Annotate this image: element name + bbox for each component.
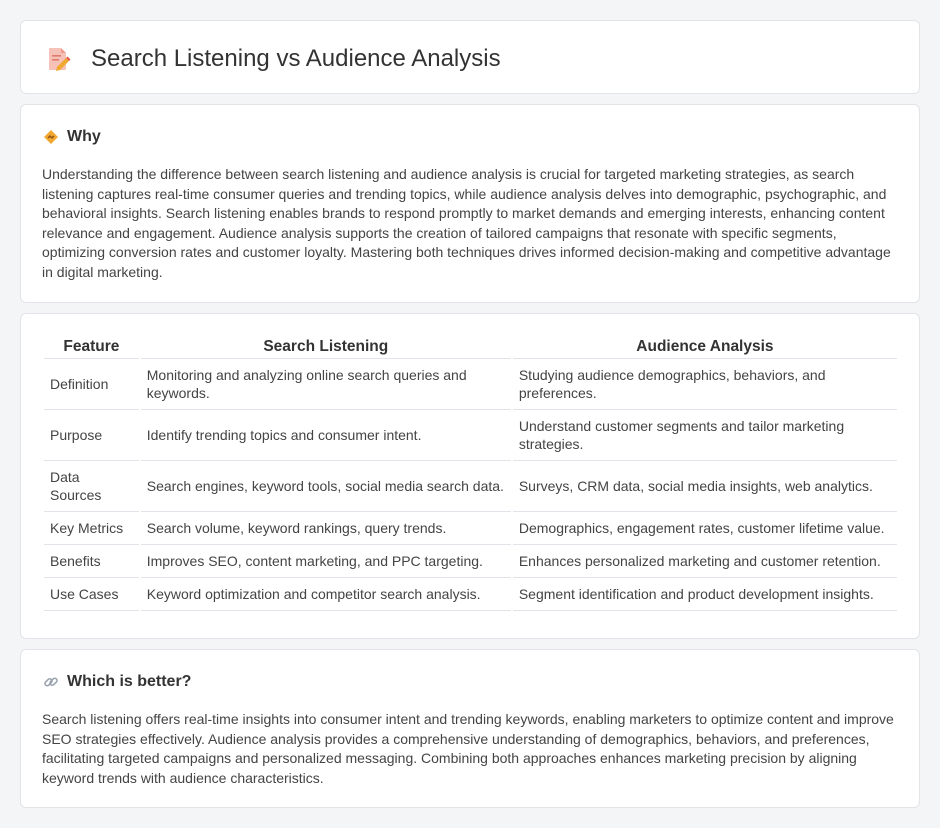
search-listening-cell: Improves SEO, content marketing, and PPC… [140, 545, 511, 578]
search-listening-cell: Monitoring and analyzing online search q… [140, 359, 511, 410]
audience-analysis-cell: Studying audience demographics, behavior… [512, 359, 897, 410]
column-header-audience-analysis: Audience Analysis [512, 334, 897, 359]
page-title: Search Listening vs Audience Analysis [91, 45, 501, 72]
comparison-card: Feature Search Listening Audience Analys… [20, 313, 920, 639]
link-icon [43, 674, 59, 690]
why-text: Understanding the difference between sea… [42, 166, 891, 280]
why-header: Why [43, 128, 101, 146]
table-header-row: Feature Search Listening Audience Analys… [44, 334, 897, 359]
table-row: Data Sources Search engines, keyword too… [44, 461, 897, 512]
diamond-sign-icon [43, 129, 59, 145]
title-row: Search Listening vs Audience Analysis [47, 45, 501, 73]
search-listening-cell: Search engines, keyword tools, social me… [140, 461, 511, 512]
column-header-search-listening: Search Listening [140, 334, 511, 359]
which-better-card: Which is better? Search listening offers… [20, 649, 920, 808]
feature-cell: Benefits [44, 545, 139, 578]
audience-analysis-cell: Demographics, engagement rates, customer… [512, 512, 897, 545]
table-row: Key Metrics Search volume, keyword ranki… [44, 512, 897, 545]
table-row: Benefits Improves SEO, content marketing… [44, 545, 897, 578]
better-header: Which is better? [43, 673, 191, 691]
feature-cell: Use Cases [44, 578, 139, 611]
feature-cell: Definition [44, 359, 139, 410]
document-pencil-icon [47, 46, 71, 72]
audience-analysis-cell: Enhances personalized marketing and cust… [512, 545, 897, 578]
why-card: Why Understanding the difference between… [20, 104, 920, 303]
feature-cell: Purpose [44, 410, 139, 461]
table-row: Definition Monitoring and analyzing onli… [44, 359, 897, 410]
search-listening-cell: Search volume, keyword rankings, query t… [140, 512, 511, 545]
table-row: Purpose Identify trending topics and con… [44, 410, 897, 461]
better-text: Search listening offers real-time insigh… [42, 711, 894, 786]
audience-analysis-cell: Understand customer segments and tailor … [512, 410, 897, 461]
table-row: Use Cases Keyword optimization and compe… [44, 578, 897, 611]
column-header-feature: Feature [44, 334, 139, 359]
feature-cell: Key Metrics [44, 512, 139, 545]
comparison-table: Feature Search Listening Audience Analys… [42, 334, 899, 611]
better-heading: Which is better? [67, 673, 192, 690]
search-listening-cell: Keyword optimization and competitor sear… [140, 578, 511, 611]
title-card: Search Listening vs Audience Analysis [20, 20, 920, 94]
why-heading: Why [67, 128, 101, 145]
search-listening-cell: Identify trending topics and consumer in… [140, 410, 511, 461]
audience-analysis-cell: Segment identification and product devel… [512, 578, 897, 611]
audience-analysis-cell: Surveys, CRM data, social media insights… [512, 461, 897, 512]
feature-cell: Data Sources [44, 461, 139, 512]
